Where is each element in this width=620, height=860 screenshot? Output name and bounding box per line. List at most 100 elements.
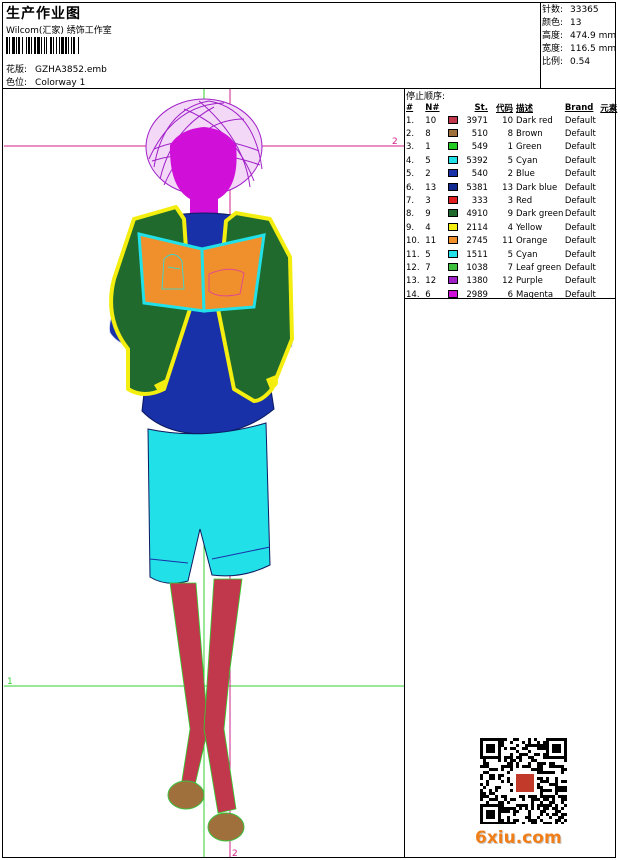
row-stitches: 2745: [448, 235, 488, 248]
row-description: Cyan: [515, 249, 538, 260]
qr-module: [546, 789, 549, 792]
qr-module: [510, 759, 513, 762]
qr-module: [534, 759, 537, 762]
stat-scale: 比例: 0.54: [542, 57, 591, 67]
qr-module: [498, 801, 501, 804]
qr-module: [492, 777, 495, 780]
qr-module: [543, 762, 546, 765]
row-needle: 5: [425, 155, 431, 166]
col-index: #: [406, 102, 414, 113]
qr-module: [525, 816, 528, 819]
qr-module: [513, 819, 516, 822]
qr-module: [522, 765, 525, 768]
qr-module: [528, 816, 531, 819]
table-row: 14. 6 2989 6 Magenta Default: [406, 288, 620, 301]
qr-module: [519, 795, 522, 798]
qr-module: [558, 819, 561, 822]
qr-module: [561, 816, 564, 819]
design-file-row: 花版: GZHA3852.emb: [6, 62, 107, 75]
qr-module: [516, 819, 519, 822]
qr-module: [504, 798, 507, 801]
qr-module: [540, 789, 543, 792]
color-swatch: [448, 142, 459, 151]
qr-module: [492, 768, 495, 771]
color-swatch: [448, 169, 459, 178]
qr-module: [507, 765, 510, 768]
qr-module: [480, 789, 483, 792]
qr-module: [528, 744, 531, 747]
qr-module: [555, 789, 558, 792]
barcode: [6, 37, 151, 54]
row-element: [600, 261, 620, 274]
qr-module: [519, 756, 522, 759]
row-description: Cyan: [515, 155, 538, 166]
qr-module: [552, 765, 555, 768]
colorway-label: 色位:: [6, 78, 28, 88]
row-index: 14.: [406, 289, 420, 300]
qr-module: [543, 789, 546, 792]
qr-module: [552, 798, 555, 801]
qr-module: [522, 753, 525, 756]
qr-module: [558, 816, 561, 819]
row-description: Dark red: [515, 115, 553, 126]
row-stitches: 3971: [448, 114, 488, 127]
row-element: [600, 181, 620, 194]
colorway-value: Colorway 1: [35, 78, 86, 88]
qr-module: [516, 804, 519, 807]
qr-module: [549, 822, 552, 824]
qr-module: [531, 807, 534, 810]
qr-module: [483, 762, 486, 765]
qr-module: [525, 804, 528, 807]
qr-module: [480, 774, 483, 777]
qr-module: [528, 750, 531, 753]
qr-module: [486, 795, 489, 798]
color-swatch: [448, 129, 459, 138]
qr-module: [501, 822, 504, 824]
row-stitches: 333: [448, 194, 488, 207]
qr-module: [543, 744, 546, 747]
qr-module: [510, 741, 513, 744]
company-name: Wilcom(汇家) 绣饰工作室: [6, 26, 112, 36]
stat-colors: 颜色: 13: [542, 18, 582, 28]
qr-module: [555, 783, 558, 786]
qr-module: [534, 753, 537, 756]
qr-finder-core: [486, 810, 495, 819]
color-swatch: [448, 115, 459, 124]
qr-module: [516, 810, 519, 813]
qr-module: [561, 789, 564, 792]
table-row: 12. 7 1038 7 Leaf green Default: [406, 261, 620, 274]
row-needle: 6: [425, 289, 431, 300]
qr-module: [540, 768, 543, 771]
qr-module: [510, 822, 513, 824]
stat-height: 高度: 474.9 mm: [542, 31, 617, 41]
col-brand: Brand: [564, 102, 594, 113]
qr-finder-core: [552, 744, 561, 753]
qr-module: [531, 804, 534, 807]
qr-module: [561, 798, 564, 801]
qr-code: [480, 738, 567, 824]
qr-module: [501, 768, 504, 771]
qr-module: [534, 744, 537, 747]
row-description: Red: [515, 196, 533, 207]
row-index: 1.: [406, 115, 415, 126]
qr-module: [483, 795, 486, 798]
qr-module: [525, 747, 528, 750]
row-brand: Default: [564, 182, 596, 193]
qr-module: [501, 765, 504, 768]
qr-module: [528, 795, 531, 798]
qr-module: [495, 786, 498, 789]
qr-module: [480, 777, 483, 780]
qr-module: [507, 777, 510, 780]
qr-module: [561, 786, 564, 789]
qr-module: [549, 771, 552, 774]
qr-module: [543, 798, 546, 801]
qr-module: [531, 795, 534, 798]
page-title: 生产作业图: [6, 6, 81, 22]
qr-module: [537, 786, 540, 789]
qr-module: [480, 783, 483, 786]
qr-module: [540, 786, 543, 789]
qr-module: [516, 750, 519, 753]
qr-module: [492, 798, 495, 801]
color-swatch: [448, 182, 459, 191]
qr-module: [549, 762, 552, 765]
